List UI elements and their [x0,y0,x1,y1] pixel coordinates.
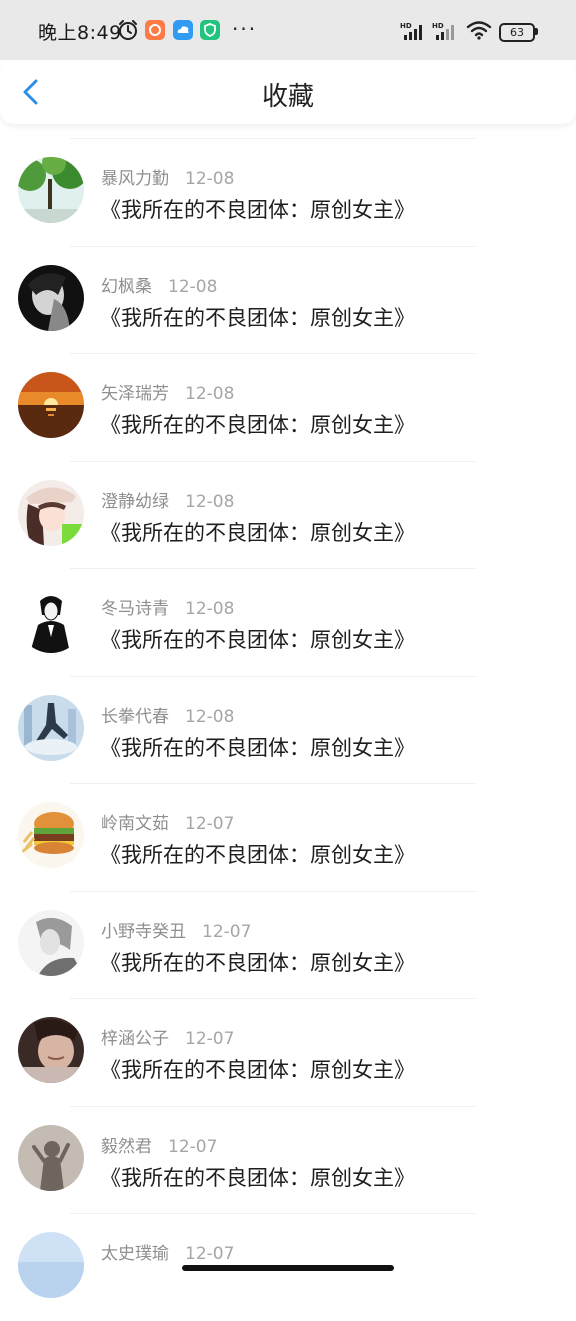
battery-icon: 63 [499,23,535,42]
item-date: 12-07 [168,1136,218,1157]
user-name: 毅然君 [101,1136,152,1157]
item-title: 《我所在的不良团体：原创女主》 [100,1058,415,1082]
cloud-app-icon [173,20,193,40]
list-item[interactable]: 梓涵公子 12-07 《我所在的不良团体：原创女主》 [0,998,576,1106]
sunset-avatar [18,372,84,438]
item-date: 12-08 [168,276,218,297]
user-name: 小野寺癸丑 [101,921,186,942]
item-title: 《我所在的不良团体：原创女主》 [100,198,415,222]
avatar[interactable] [18,157,84,223]
avatar[interactable] [18,802,84,868]
divider [70,353,476,354]
trees-avatar [18,157,84,223]
item-title: 《我所在的不良团体：原创女主》 [100,520,415,545]
list-item[interactable]: 毅然君 12-07 《我所在的不良团体：原创女主》 [0,1105,576,1214]
user-name: 梓涵公子 [101,1029,169,1049]
user-name: 冬马诗青 [101,599,169,619]
shadow-avatar [18,1124,84,1191]
anime-girl-avatar [18,479,84,546]
status-bar: 晚上8:49 ··· HD HD 63 [0,0,576,60]
divider [70,245,476,247]
sketch-avatar [18,909,84,976]
avatar[interactable] [18,479,84,546]
hd-signal-icon: HD [432,22,454,40]
list-item[interactable]: 岭南文茹 12-07 《我所在的不良团体：原创女主》 [0,783,576,891]
user-name: 幻枫桑 [101,276,152,297]
list-item[interactable]: 幻枫桑 12-08 《我所在的不良团体：原创女主》 [0,245,576,354]
item-title: 《我所在的不良团体：原创女主》 [100,950,415,975]
divider [70,568,476,569]
list-item[interactable]: 长拳代春 12-08 《我所在的不良团体：原创女主》 [0,675,576,784]
home-indicator[interactable] [182,1265,394,1271]
item-title: 《我所在的不良团体：原创女主》 [100,735,415,760]
avatar[interactable] [18,1232,84,1298]
list-item[interactable]: 暴风力勤 12-08 《我所在的不良团体：原创女主》 [0,138,576,246]
item-date: 12-08 [185,169,235,189]
item-title: 《我所在的不良团体：原创女主》 [100,305,415,330]
girl-photo-avatar [18,1017,84,1083]
item-title: 《我所在的不良团体：原创女主》 [100,413,415,437]
list-item[interactable]: 澄静幼绿 12-08 《我所在的不良团体：原创女主》 [0,460,576,569]
list-item[interactable]: 小野寺癸丑 12-07 《我所在的不良团体：原创女主》 [0,890,576,999]
item-date: 12-07 [185,814,235,834]
divider [70,675,476,677]
divider [70,460,476,462]
item-title: 《我所在的不良团体：原创女主》 [100,1165,415,1190]
divider [70,138,476,139]
anime-boy-avatar [18,587,84,653]
avatar[interactable] [18,587,84,653]
avatar[interactable] [18,1017,84,1083]
user-name: 暴风力勤 [101,169,169,189]
item-date: 12-08 [185,706,235,727]
avatar[interactable] [18,1124,84,1191]
divider [70,1105,476,1107]
status-time: 晚上8:49 [38,22,122,44]
avatar[interactable] [18,372,84,438]
item-date: 12-07 [185,1244,235,1264]
header-bar: 收藏 [0,60,576,124]
user-name: 岭南文茹 [101,814,169,834]
bw-portrait-avatar [18,264,84,331]
user-name: 矢泽瑞芳 [101,384,169,404]
avatar[interactable] [18,264,84,331]
favorites-list: 暴风力勤 12-08 《我所在的不良团体：原创女主》 幻枫桑 12-08 《我所在的… [0,138,576,1321]
page-title: 收藏 [261,82,314,112]
dancer-avatar [18,694,84,761]
list-item[interactable]: 冬马诗青 12-08 《我所在的不良团体：原创女主》 [0,568,576,676]
item-title: 《我所在的不良团体：原创女主》 [100,628,415,652]
app-notification-icon [145,20,165,40]
avatar[interactable] [18,909,84,976]
divider [70,890,476,892]
avatar[interactable] [18,694,84,761]
security-app-icon [200,20,220,40]
item-date: 12-07 [202,921,252,942]
svg-text:HD: HD [400,22,412,30]
item-date: 12-08 [185,384,235,404]
item-title: 《我所在的不良团体：原创女主》 [100,843,415,867]
divider [70,1213,476,1214]
burger-avatar [18,802,84,868]
hd-signal-icon: HD [400,22,422,40]
sky-avatar [18,1232,84,1298]
divider [70,783,476,784]
item-date: 12-07 [185,1029,235,1049]
item-date: 12-08 [185,491,235,512]
user-name: 长拳代春 [101,706,169,727]
more-notifications-icon: ··· [232,17,258,41]
user-name: 太史璞瑜 [101,1244,169,1264]
list-item[interactable]: 矢泽瑞芳 12-08 《我所在的不良团体：原创女主》 [0,353,576,461]
wifi-icon [466,21,492,40]
item-date: 12-08 [185,599,235,619]
alarm-icon [119,20,137,40]
user-name: 澄静幼绿 [101,491,169,512]
battery-tip [535,28,538,35]
divider [70,998,476,999]
svg-text:HD: HD [432,22,444,30]
